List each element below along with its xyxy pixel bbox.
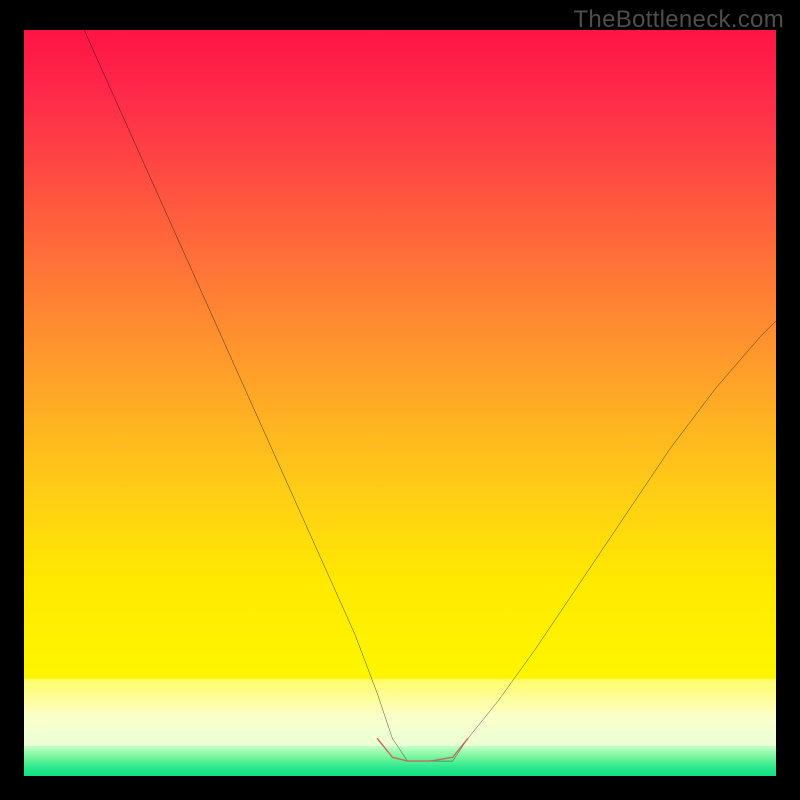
gradient-background bbox=[24, 30, 776, 679]
chart-frame: TheBottleneck.com bbox=[0, 0, 800, 800]
watermark-text: TheBottleneck.com bbox=[573, 6, 784, 34]
plot-area bbox=[24, 30, 776, 776]
pale-band bbox=[24, 679, 776, 746]
plot-outer bbox=[24, 30, 776, 776]
green-band bbox=[24, 746, 776, 776]
